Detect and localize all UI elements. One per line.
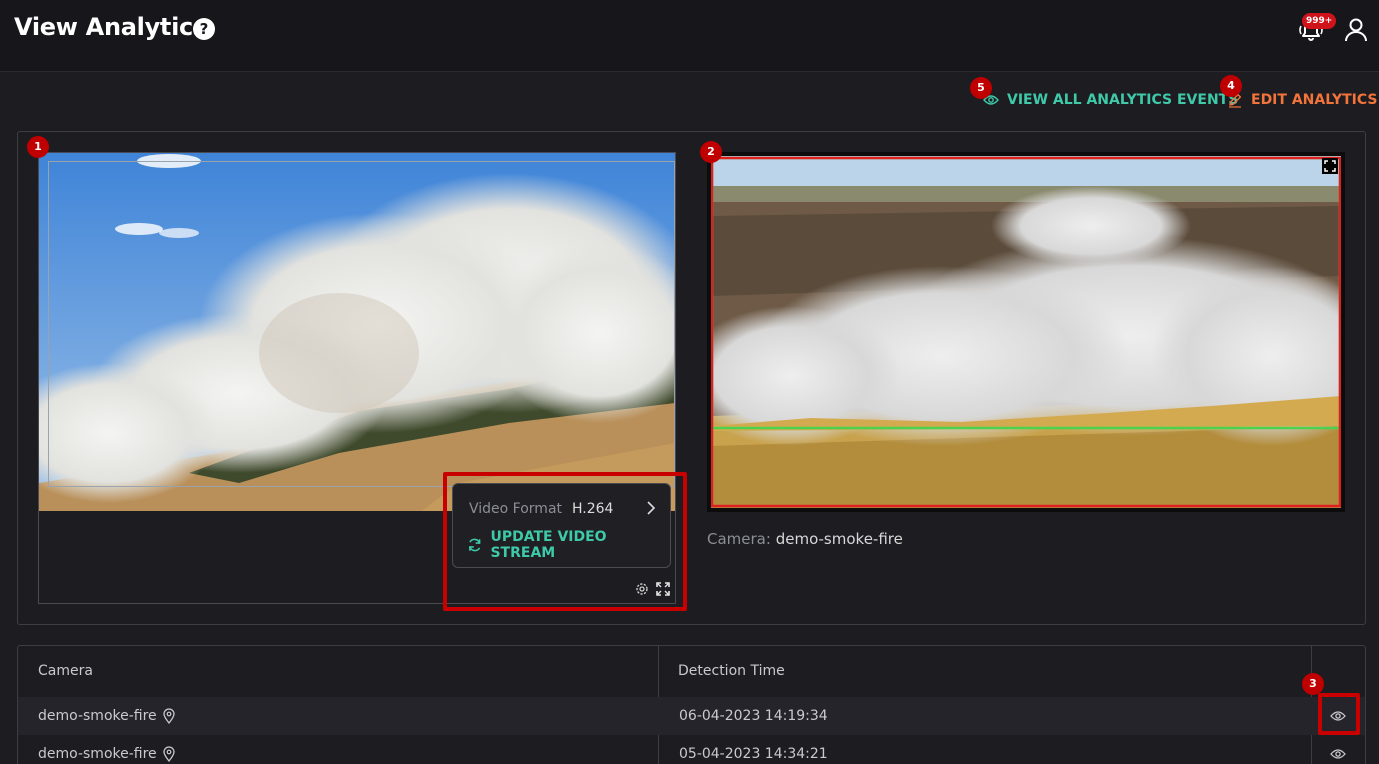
chevron-right-icon[interactable]: [645, 500, 657, 516]
edit-label: EDIT ANALYTICS: [1251, 92, 1378, 108]
snapshot-camera-name: demo-smoke-fire: [775, 530, 903, 548]
column-header-detection-time[interactable]: Detection Time: [678, 663, 785, 679]
annotation-marker-2: 2: [700, 141, 722, 163]
event-snapshot-frame: [711, 156, 1341, 508]
video-format-value[interactable]: H.264: [572, 501, 613, 517]
events-table: Camera Detection Time demo-smoke-fire 06…: [17, 645, 1366, 764]
snapshot-caption-label: Camera:: [707, 530, 771, 548]
event-snapshot: [707, 152, 1345, 512]
camera-cell: demo-smoke-fire: [38, 746, 175, 762]
table-row[interactable]: demo-smoke-fire 06-04-2023 14:19:34: [18, 697, 1365, 735]
column-header-camera[interactable]: Camera: [38, 663, 93, 679]
detection-time-cell: 06-04-2023 14:19:34: [679, 708, 828, 724]
detection-time-cell: 05-04-2023 14:34:21: [679, 746, 828, 762]
view-event-eye-icon[interactable]: [1330, 748, 1346, 760]
help-icon[interactable]: ?: [193, 18, 215, 40]
video-format-label: Video Format: [469, 501, 563, 517]
camera-cell: demo-smoke-fire: [38, 708, 175, 724]
notification-count-badge: 999+: [1302, 13, 1337, 29]
user-icon[interactable]: [1342, 16, 1370, 44]
table-row[interactable]: demo-smoke-fire 05-04-2023 14:34:21: [18, 735, 1365, 764]
annotation-marker-5: 5: [970, 77, 992, 99]
annotation-marker-3: 3: [1302, 673, 1324, 695]
fullscreen-icon[interactable]: [655, 581, 671, 597]
page-title: View Analytics: [14, 13, 207, 41]
snapshot-caption: Camera: demo-smoke-fire: [707, 530, 903, 548]
refresh-icon: [469, 538, 481, 552]
location-pin-icon[interactable]: [163, 746, 175, 762]
location-pin-icon[interactable]: [163, 708, 175, 724]
video-settings-menu: Video Format H.264 UPDATE VIDEO STREAM: [452, 483, 671, 568]
gear-icon[interactable]: [634, 581, 650, 597]
update-video-stream-label: UPDATE VIDEO STREAM: [490, 529, 607, 561]
view-all-analytics-events-button[interactable]: VIEW ALL ANALYTICS EVENTS: [983, 92, 1238, 108]
detection-zone-outline: [48, 161, 675, 487]
camera-name: demo-smoke-fire: [38, 746, 157, 762]
view-all-label: VIEW ALL ANALYTICS EVENTS: [1007, 92, 1239, 108]
snapshot-fullscreen-icon[interactable]: [1322, 158, 1338, 174]
edit-analytics-button[interactable]: EDIT ANALYTICS: [1227, 92, 1377, 108]
annotation-marker-4: 4: [1220, 75, 1242, 97]
view-event-highlight-box: [1318, 693, 1360, 735]
update-video-stream-button[interactable]: UPDATE VIDEO STREAM: [467, 529, 670, 561]
annotation-marker-1: 1: [27, 136, 49, 158]
camera-name: demo-smoke-fire: [38, 708, 157, 724]
